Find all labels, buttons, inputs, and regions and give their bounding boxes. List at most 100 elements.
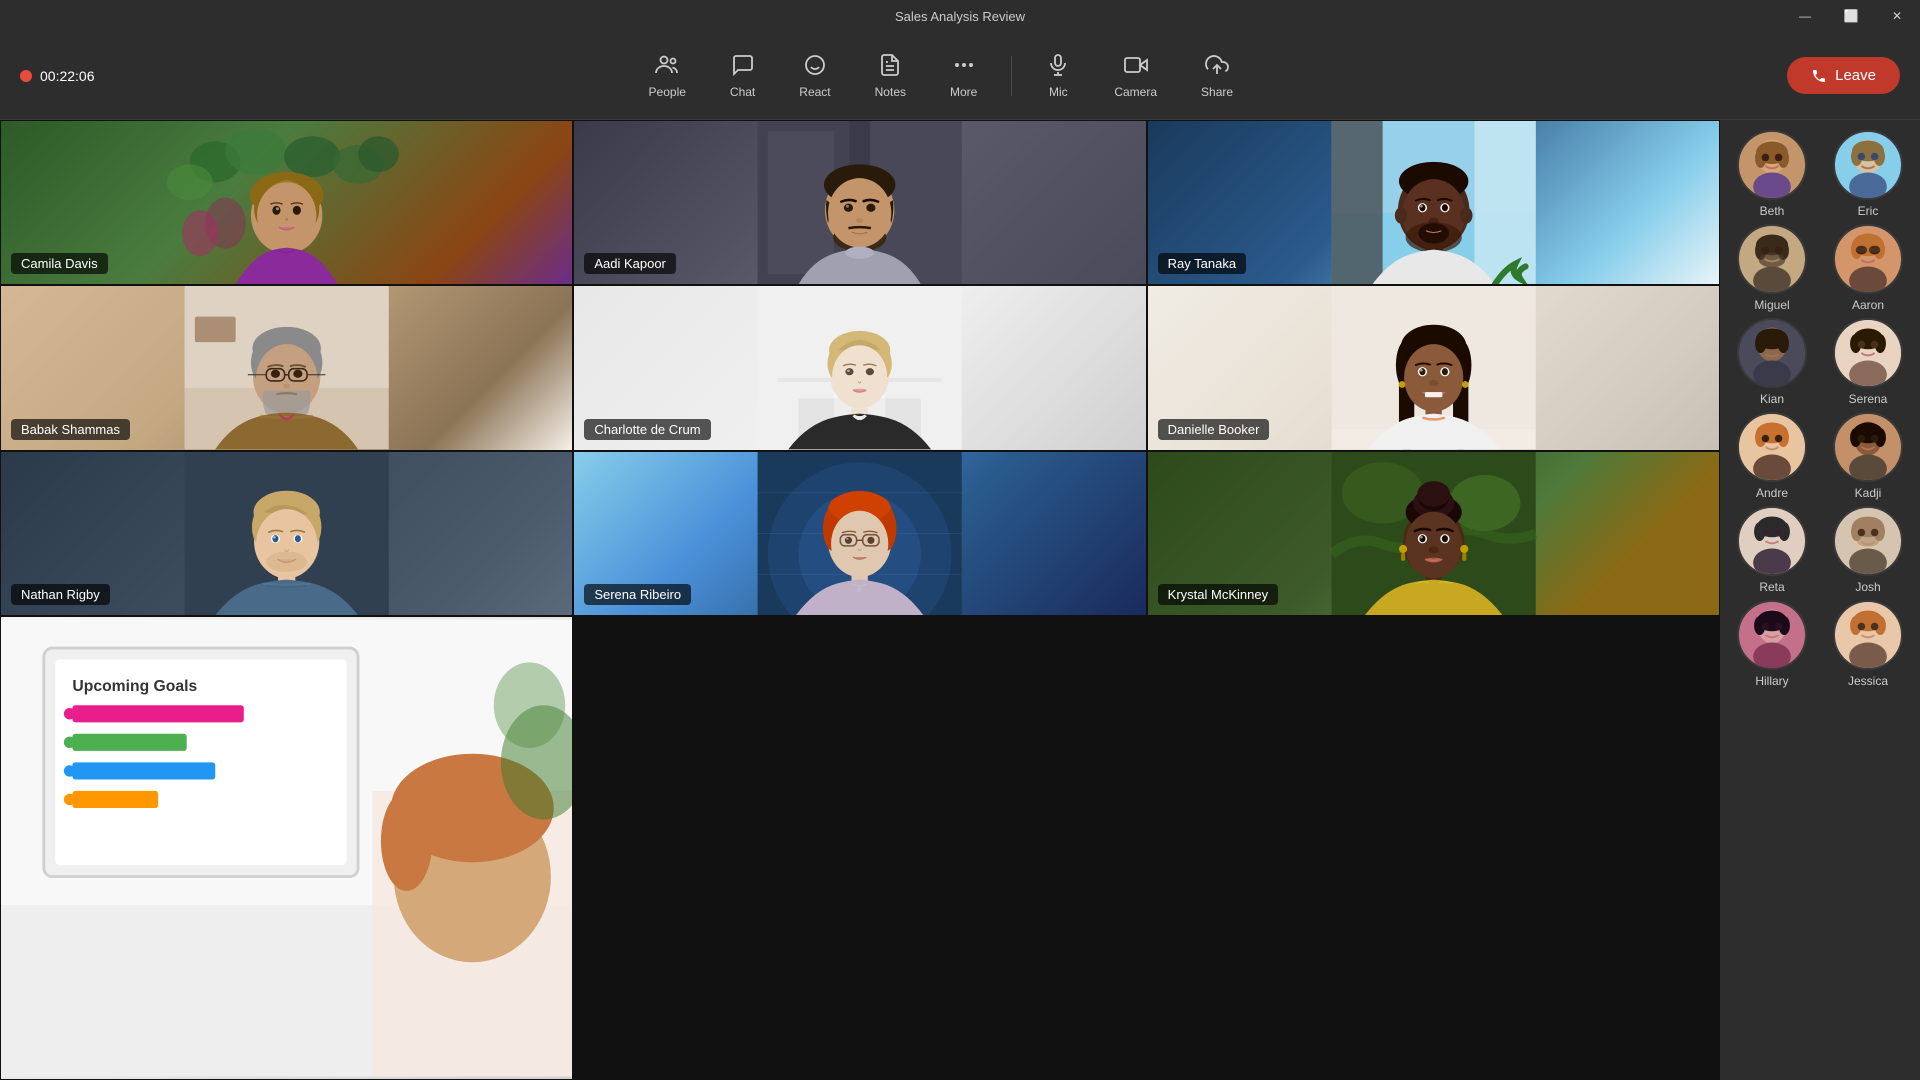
minimize-button[interactable]: — [1782, 0, 1828, 32]
window-controls: — ⬜ ✕ [1782, 0, 1920, 32]
participant-name-aadi: Aadi Kapoor [584, 253, 676, 274]
avatar-aaron [1833, 224, 1903, 294]
avatar-miguel [1737, 224, 1807, 294]
participant-andre[interactable]: Andre [1730, 412, 1814, 500]
people-label: People [649, 85, 686, 99]
participant-name-nathan: Nathan Rigby [11, 584, 110, 605]
notes-label: Notes [875, 85, 906, 99]
react-icon [803, 53, 827, 81]
more-button[interactable]: More [932, 47, 995, 105]
mic-label: Mic [1049, 85, 1068, 99]
avatar-beth [1737, 130, 1807, 200]
video-tile-aadi[interactable]: Aadi Kapoor [573, 120, 1146, 285]
people-icon [655, 53, 679, 81]
participant-name-reta: Reta [1759, 580, 1784, 594]
toolbar-center: People Chat React No [95, 47, 1788, 105]
sidebar-row-1: Beth Eric [1730, 130, 1910, 218]
participant-name-aaron: Aaron [1852, 298, 1884, 312]
video-tile-camila[interactable]: Camila Davis [0, 120, 573, 285]
avatar-serena [1833, 318, 1903, 388]
participant-kian[interactable]: Kian [1730, 318, 1814, 406]
participant-serena[interactable]: Serena [1826, 318, 1910, 406]
notes-button[interactable]: Notes [857, 47, 924, 105]
participant-kadji[interactable]: Kadji [1826, 412, 1910, 500]
leave-button[interactable]: Leave [1787, 57, 1900, 94]
notes-icon [878, 53, 902, 81]
share-icon [1205, 53, 1229, 81]
sidebar-row-2: Miguel [1730, 224, 1910, 312]
participant-name-josh: Josh [1855, 580, 1880, 594]
participant-name-hillary: Hillary [1755, 674, 1788, 688]
maximize-button[interactable]: ⬜ [1828, 0, 1874, 32]
title-bar: Sales Analysis Review — ⬜ ✕ [0, 0, 1920, 32]
main-content: Camila Davis [0, 120, 1920, 1080]
participant-name-charlotte: Charlotte de Crum [584, 419, 710, 440]
mic-icon [1046, 53, 1070, 81]
avatar-andre [1737, 412, 1807, 482]
share-button[interactable]: Share [1183, 47, 1251, 105]
mic-button[interactable]: Mic [1028, 47, 1088, 105]
chat-icon [731, 53, 755, 81]
participant-name-babak: Babak Shammas [11, 419, 130, 440]
video-tile-nathan[interactable]: Nathan Rigby [0, 451, 573, 616]
avatar-kian [1737, 318, 1807, 388]
avatar-hillary [1737, 600, 1807, 670]
close-button[interactable]: ✕ [1874, 0, 1920, 32]
video-tile-krystal[interactable]: Krystal McKinney [1147, 451, 1720, 616]
participant-reta[interactable]: Reta [1730, 506, 1814, 594]
participant-hillary[interactable]: Hillary [1730, 600, 1814, 688]
participant-beth[interactable]: Beth [1730, 130, 1814, 218]
avatar-reta [1737, 506, 1807, 576]
participant-name-serena: Serena [1849, 392, 1888, 406]
video-tile-share-screen[interactable]: Upcoming Goals [0, 616, 573, 1080]
chat-button[interactable]: Chat [712, 47, 773, 105]
video-tile-serena-r[interactable]: Serena Ribeiro [573, 451, 1146, 616]
participant-name-miguel: Miguel [1754, 298, 1789, 312]
people-button[interactable]: People [631, 47, 704, 105]
participant-name-danielle: Danielle Booker [1158, 419, 1270, 440]
sidebar-row-3: Kian Serena [1730, 318, 1910, 406]
more-icon [952, 53, 976, 81]
participant-name-kian: Kian [1760, 392, 1784, 406]
chat-label: Chat [730, 85, 755, 99]
recording-indicator [20, 70, 32, 82]
react-button[interactable]: React [781, 47, 848, 105]
sidebar-row-5: Reta Jos [1730, 506, 1910, 594]
participants-sidebar: Beth Eric [1720, 120, 1920, 1080]
leave-label: Leave [1835, 67, 1876, 84]
participant-aaron[interactable]: Aaron [1826, 224, 1910, 312]
participant-name-krystal: Krystal McKinney [1158, 584, 1278, 605]
avatar-kadji [1833, 412, 1903, 482]
recording-timer: 00:22:06 [20, 68, 95, 84]
participant-name-andre: Andre [1756, 486, 1788, 500]
sidebar-row-6: Hillary Jessica [1730, 600, 1910, 688]
participant-eric[interactable]: Eric [1826, 130, 1910, 218]
window-title: Sales Analysis Review [895, 9, 1025, 24]
camera-label: Camera [1114, 85, 1157, 99]
react-label: React [799, 85, 830, 99]
participant-name-jessica: Jessica [1848, 674, 1888, 688]
video-grid: Camila Davis [0, 120, 1720, 1080]
video-tile-babak[interactable]: Babak Shammas [0, 285, 573, 450]
participant-miguel[interactable]: Miguel [1730, 224, 1814, 312]
participant-name-kadji: Kadji [1855, 486, 1882, 500]
participant-jessica[interactable]: Jessica [1826, 600, 1910, 688]
video-tile-ray[interactable]: Ray Tanaka [1147, 120, 1720, 285]
camera-icon [1124, 53, 1148, 81]
timer-display: 00:22:06 [40, 68, 95, 84]
avatar-jessica [1833, 600, 1903, 670]
participant-name-ray: Ray Tanaka [1158, 253, 1246, 274]
participant-josh[interactable]: Josh [1826, 506, 1910, 594]
share-label: Share [1201, 85, 1233, 99]
participant-name-camila: Camila Davis [11, 253, 108, 274]
more-label: More [950, 85, 977, 99]
participant-name-eric: Eric [1858, 204, 1879, 218]
video-tile-charlotte[interactable]: Charlotte de Crum [573, 285, 1146, 450]
video-tile-danielle[interactable]: Danielle Booker [1147, 285, 1720, 450]
toolbar: 00:22:06 People Chat [0, 32, 1920, 120]
svg-text:Upcoming Goals: Upcoming Goals [72, 678, 197, 695]
sidebar-row-4: Andre Kadji [1730, 412, 1910, 500]
avatar-josh [1833, 506, 1903, 576]
participant-name-beth: Beth [1760, 204, 1785, 218]
camera-button[interactable]: Camera [1096, 47, 1175, 105]
